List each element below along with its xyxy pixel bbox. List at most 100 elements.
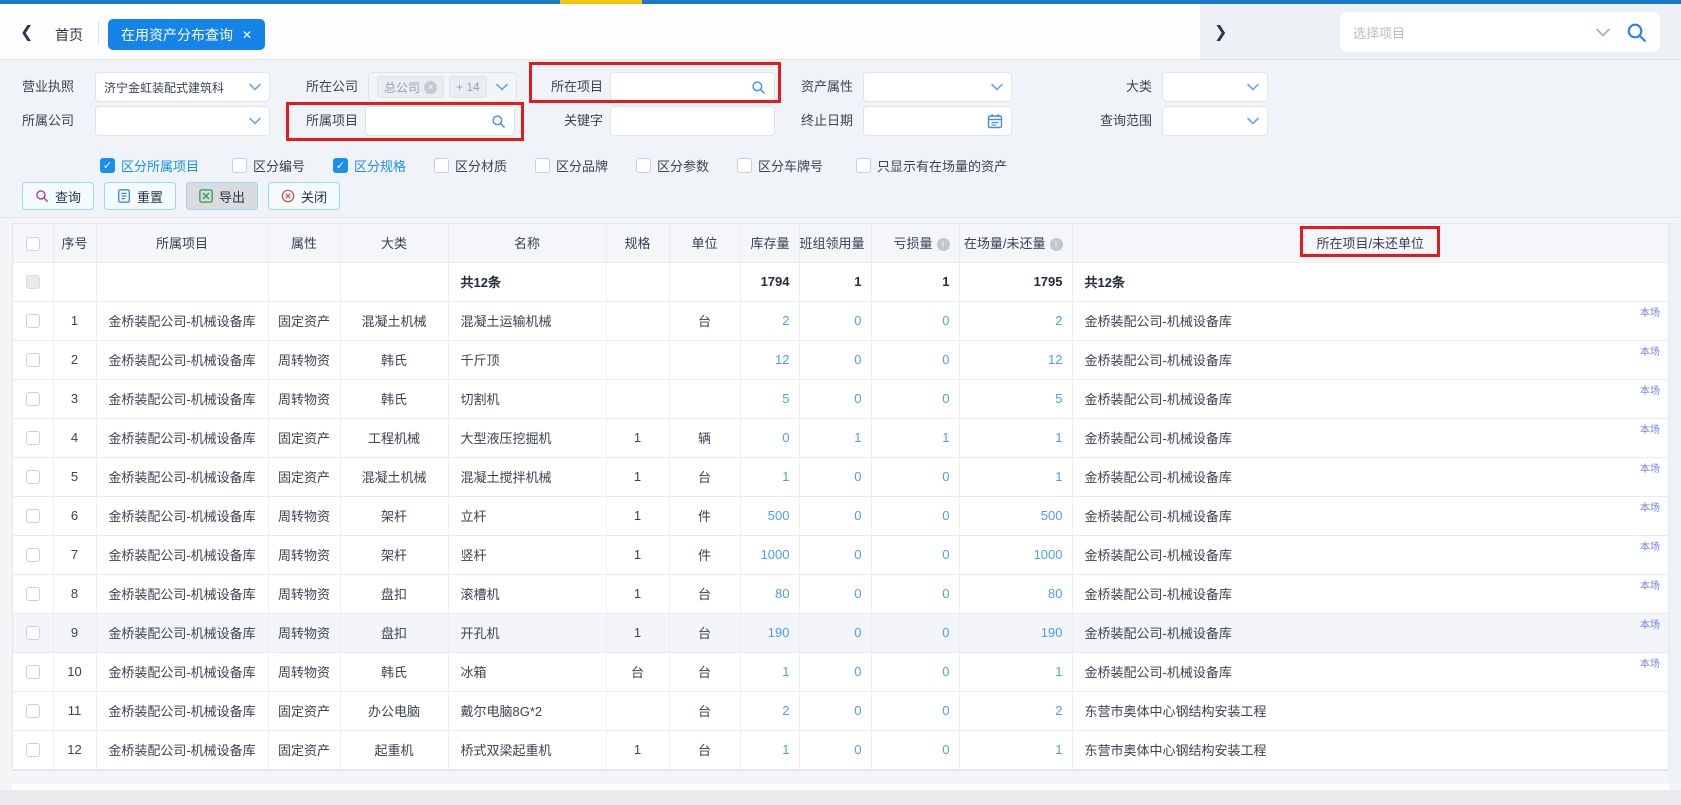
project-of-search[interactable] bbox=[365, 106, 515, 136]
stock-value-link[interactable]: 1000 bbox=[761, 547, 790, 562]
stock-value-link[interactable]: 190 bbox=[768, 625, 790, 640]
stock-value-link[interactable]: 2 bbox=[782, 313, 789, 328]
onsite-value-link[interactable]: 1 bbox=[1055, 469, 1062, 484]
loss-value-link[interactable]: 0 bbox=[942, 352, 949, 367]
team-value-link[interactable]: 0 bbox=[854, 664, 861, 679]
onsite-value-link[interactable]: 500 bbox=[1041, 508, 1063, 523]
stock-value-link[interactable]: 80 bbox=[775, 586, 789, 601]
stock-value-link[interactable]: 1 bbox=[782, 742, 789, 757]
loss-value-link[interactable]: 0 bbox=[942, 625, 949, 640]
filter-checkbox-4[interactable]: 区分材质 bbox=[434, 156, 507, 175]
team-value-link[interactable]: 1 bbox=[854, 430, 861, 445]
stock-value-link[interactable]: 5 bbox=[782, 391, 789, 406]
company-of-select[interactable] bbox=[95, 106, 270, 136]
onsite-tag-link[interactable]: 本场 bbox=[1640, 577, 1660, 592]
team-value-link[interactable]: 0 bbox=[854, 313, 861, 328]
tab-close-icon[interactable]: ✕ bbox=[242, 29, 252, 41]
loss-value-link[interactable]: 0 bbox=[942, 586, 949, 601]
loss-value-link[interactable]: 0 bbox=[942, 664, 949, 679]
tabs-scroll-right-icon[interactable]: ❯ bbox=[1214, 22, 1227, 42]
row-checkbox[interactable] bbox=[26, 704, 40, 718]
row-checkbox[interactable] bbox=[26, 392, 40, 406]
asset-attr-select[interactable] bbox=[863, 72, 1012, 102]
loss-value-link[interactable]: 0 bbox=[942, 742, 949, 757]
row-checkbox[interactable] bbox=[26, 353, 40, 367]
loss-value-link[interactable]: 1 bbox=[942, 430, 949, 445]
row-checkbox[interactable] bbox=[26, 626, 40, 640]
onsite-value-link[interactable]: 1 bbox=[1055, 742, 1062, 757]
onsite-value-link[interactable]: 190 bbox=[1041, 625, 1063, 640]
onsite-tag-link[interactable]: 本场 bbox=[1640, 499, 1660, 514]
onsite-tag-link[interactable]: 本场 bbox=[1640, 460, 1660, 475]
tab-home[interactable]: 首页 bbox=[55, 25, 83, 45]
team-value-link[interactable]: 0 bbox=[854, 508, 861, 523]
stock-value-link[interactable]: 1 bbox=[782, 469, 789, 484]
team-value-link[interactable]: 0 bbox=[854, 586, 861, 601]
onsite-tag-link[interactable]: 本场 bbox=[1640, 304, 1660, 319]
onsite-value-link[interactable]: 1 bbox=[1055, 430, 1062, 445]
loss-value-link[interactable]: 0 bbox=[942, 547, 949, 562]
onsite-value-link[interactable]: 2 bbox=[1055, 703, 1062, 718]
loss-value-link[interactable]: 0 bbox=[942, 469, 949, 484]
loss-value-link[interactable]: 0 bbox=[942, 703, 949, 718]
onsite-tag-link[interactable]: 本场 bbox=[1640, 655, 1660, 670]
query-button[interactable]: 查询 bbox=[22, 182, 94, 210]
tag-remove-icon[interactable]: × bbox=[424, 81, 437, 94]
team-value-link[interactable]: 0 bbox=[854, 469, 861, 484]
stock-value-link[interactable]: 0 bbox=[782, 430, 789, 445]
row-checkbox[interactable] bbox=[26, 431, 40, 445]
reset-button[interactable]: 重置 bbox=[104, 182, 176, 210]
onsite-value-link[interactable]: 2 bbox=[1055, 313, 1062, 328]
business-license-select[interactable]: 济宁金虹装配式建筑科 bbox=[95, 72, 270, 102]
stock-value-link[interactable]: 1 bbox=[782, 664, 789, 679]
loss-value-link[interactable]: 0 bbox=[942, 391, 949, 406]
onsite-value-link[interactable]: 1 bbox=[1055, 664, 1062, 679]
filter-checkbox-3[interactable]: ✓区分规格 bbox=[333, 156, 406, 175]
team-value-link[interactable]: 0 bbox=[854, 547, 861, 562]
stock-value-link[interactable]: 12 bbox=[775, 352, 789, 367]
onsite-tag-link[interactable]: 本场 bbox=[1640, 343, 1660, 358]
horizontal-scrollbar[interactable] bbox=[0, 790, 1681, 805]
onsite-value-link[interactable]: 5 bbox=[1055, 391, 1062, 406]
filter-checkbox-8[interactable]: 只显示有在场量的资产 bbox=[856, 156, 1007, 175]
team-value-link[interactable]: 0 bbox=[854, 352, 861, 367]
onsite-value-link[interactable]: 80 bbox=[1048, 586, 1062, 601]
team-value-link[interactable]: 0 bbox=[854, 391, 861, 406]
major-class-select[interactable] bbox=[1162, 72, 1268, 102]
team-value-link[interactable]: 0 bbox=[854, 742, 861, 757]
onsite-tag-link[interactable]: 本场 bbox=[1640, 421, 1660, 436]
close-button[interactable]: 关闭 bbox=[268, 182, 340, 210]
filter-checkbox-6[interactable]: 区分参数 bbox=[636, 156, 709, 175]
vertical-scrollbar-gutter[interactable] bbox=[1669, 223, 1681, 784]
filter-checkbox-1[interactable]: ✓区分所属项目 bbox=[100, 156, 199, 175]
select-all-checkbox[interactable] bbox=[26, 237, 40, 251]
end-date-picker[interactable] bbox=[863, 106, 1012, 136]
row-checkbox[interactable] bbox=[26, 509, 40, 523]
tab-active[interactable]: 在用资产分布查询 ✕ bbox=[108, 19, 265, 50]
row-checkbox[interactable] bbox=[26, 548, 40, 562]
row-checkbox[interactable] bbox=[26, 665, 40, 679]
onsite-value-link[interactable]: 1000 bbox=[1034, 547, 1063, 562]
stock-value-link[interactable]: 2 bbox=[782, 703, 789, 718]
row-checkbox[interactable] bbox=[26, 314, 40, 328]
onsite-value-link[interactable]: 12 bbox=[1048, 352, 1062, 367]
search-icon[interactable] bbox=[491, 114, 506, 129]
loss-value-link[interactable]: 0 bbox=[942, 313, 949, 328]
filter-checkbox-5[interactable]: 区分品牌 bbox=[535, 156, 608, 175]
tabs-scroll-left-icon[interactable]: ❮ bbox=[20, 22, 33, 42]
team-value-link[interactable]: 0 bbox=[854, 703, 861, 718]
row-checkbox[interactable] bbox=[26, 587, 40, 601]
onsite-tag-link[interactable]: 本场 bbox=[1640, 382, 1660, 397]
onsite-tag-link[interactable]: 本场 bbox=[1640, 616, 1660, 631]
filter-checkbox-2[interactable]: 区分编号 bbox=[232, 156, 305, 175]
team-value-link[interactable]: 0 bbox=[854, 625, 861, 640]
company-in-multiselect[interactable]: 总公司× + 14 bbox=[368, 72, 517, 102]
global-project-select[interactable]: 选择项目 bbox=[1340, 12, 1660, 52]
stock-value-link[interactable]: 500 bbox=[768, 508, 790, 523]
row-checkbox[interactable] bbox=[26, 470, 40, 484]
export-button[interactable]: 导出 bbox=[186, 182, 258, 210]
onsite-tag-link[interactable]: 本场 bbox=[1640, 538, 1660, 553]
search-icon[interactable] bbox=[1626, 22, 1647, 43]
query-scope-select[interactable] bbox=[1162, 106, 1268, 136]
filter-checkbox-7[interactable]: 区分车牌号 bbox=[737, 156, 823, 175]
